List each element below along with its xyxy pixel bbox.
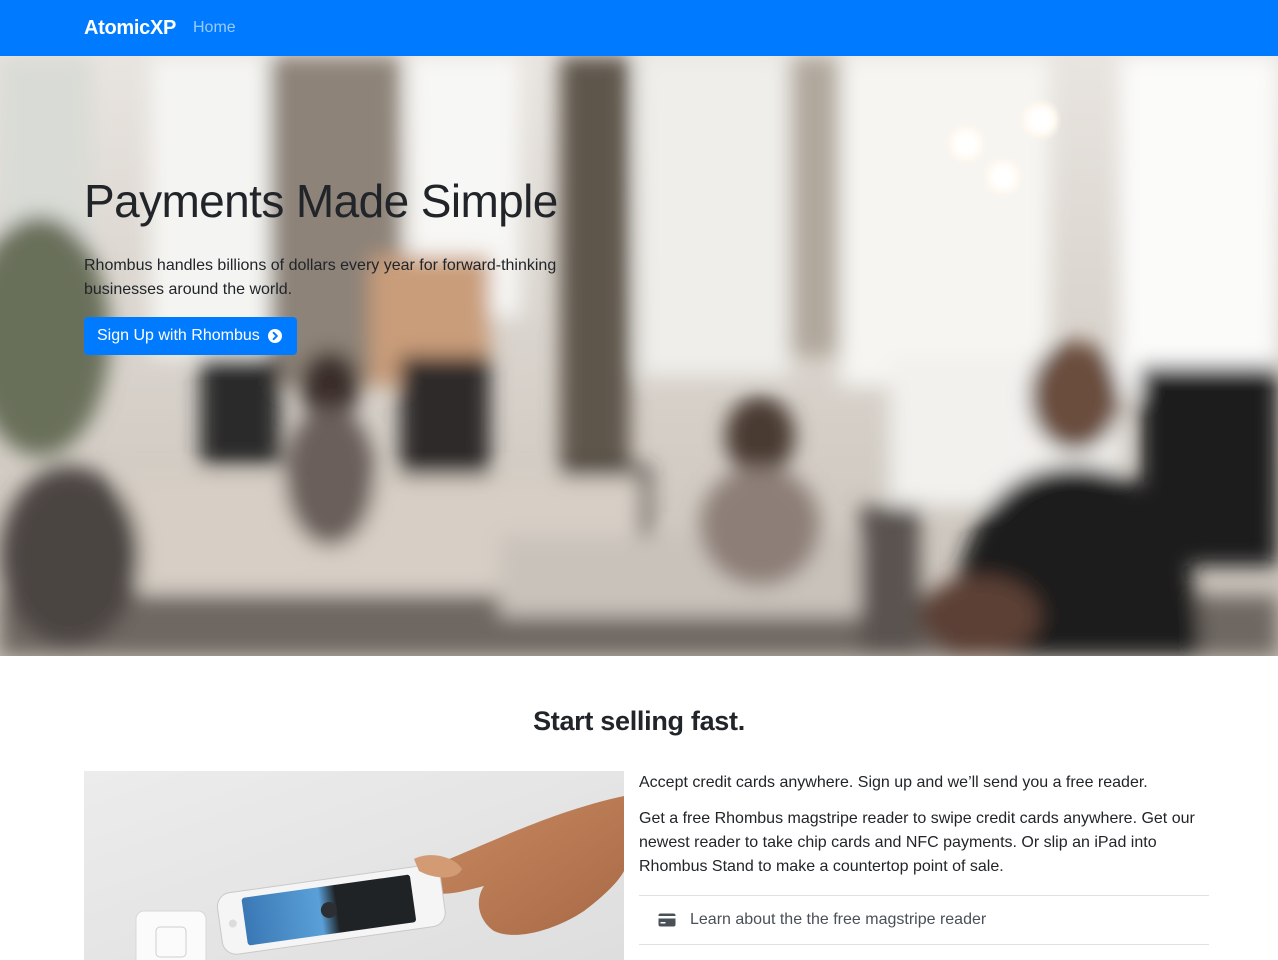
signup-button[interactable]: Sign Up with Rhombus <box>84 317 297 355</box>
nav-link-home[interactable]: Home <box>193 19 236 37</box>
credit-card-icon <box>658 913 676 927</box>
hero-section: Payments Made Simple Rhombus handles bil… <box>0 56 1278 656</box>
hero-lead: Rhombus handles billions of dollars ever… <box>84 257 557 298</box>
signup-button-label: Sign Up with Rhombus <box>97 327 260 344</box>
hero-background-image <box>0 56 1278 656</box>
section-body: Get a free Rhombus magstripe reader to s… <box>639 810 1195 875</box>
section-intro: Accept credit cards anywhere. Sign up an… <box>639 774 1148 791</box>
chevron-circle-right-icon <box>267 329 282 343</box>
list-item-label: Learn about the the free magstripe reade… <box>690 911 987 928</box>
section-title: Start selling fast. <box>533 706 745 736</box>
list-item-magstripe-reader[interactable]: Learn about the the free magstripe reade… <box>639 895 1209 945</box>
reader-image <box>84 771 624 960</box>
navbar: AtomicXP Home <box>0 0 1278 56</box>
hero-title: Payments Made Simple <box>84 175 558 227</box>
brand-link[interactable]: AtomicXP <box>84 17 176 40</box>
